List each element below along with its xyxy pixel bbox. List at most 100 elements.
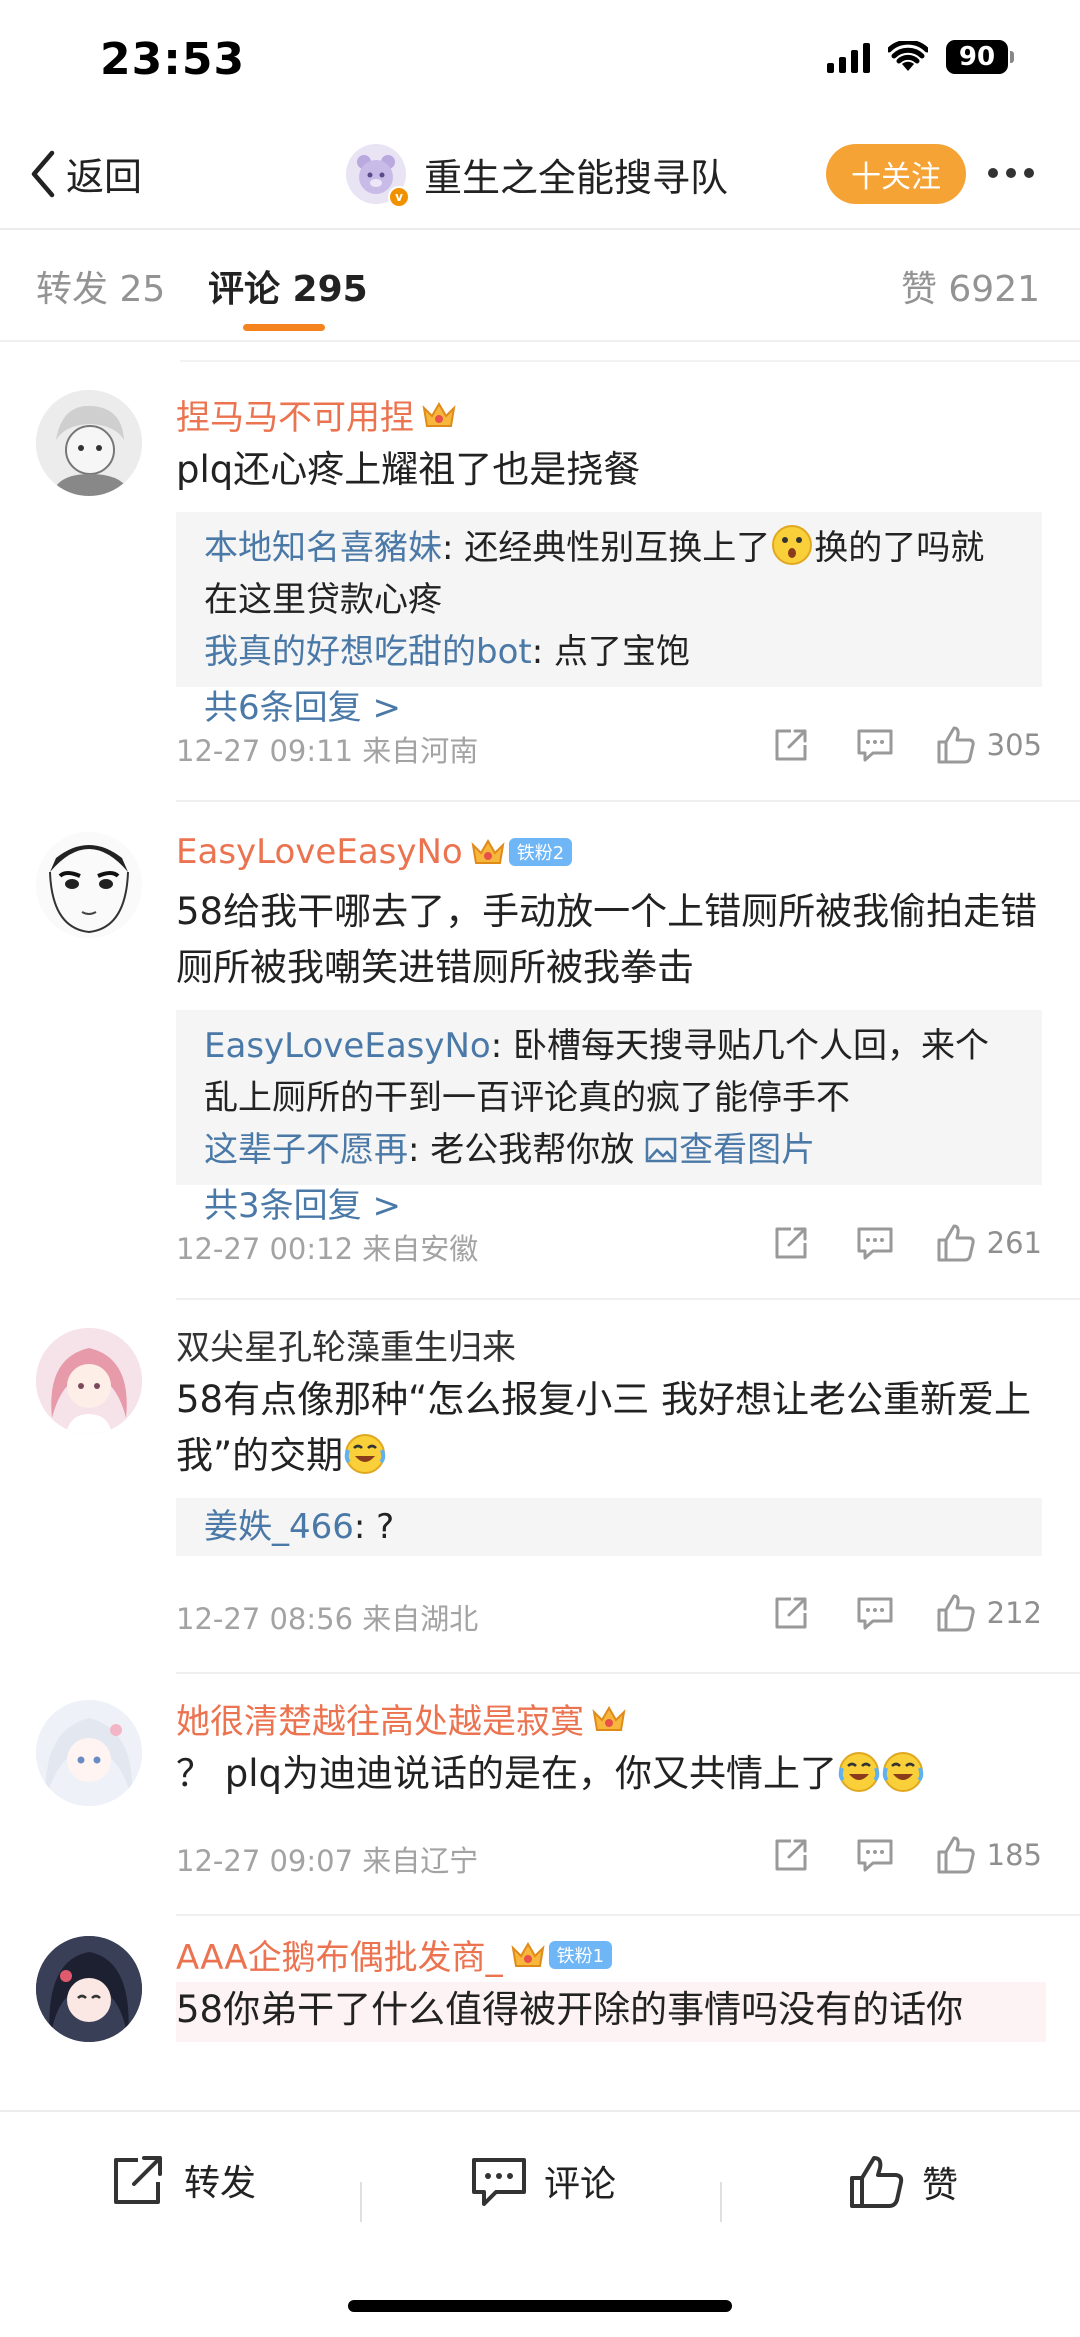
reply-text: : ? xyxy=(353,1507,395,1547)
reply-item[interactable]: 姜妷_466: ? xyxy=(204,1508,1014,1546)
comment-list: 捏马马不可用捏 plq还心疼上耀祖了也是挠餐 本地知名喜豬妹: 还经典性别互换上… xyxy=(0,360,1080,2110)
comment-actions: 261 xyxy=(761,1222,1042,1264)
reply-username[interactable]: 本地知名喜豬妹 xyxy=(204,528,442,568)
account-avatar[interactable]: v xyxy=(346,144,410,208)
laughing-tears-emoji-icon xyxy=(344,1434,386,1474)
tab-bar: 转发 25 评论 295 赞 6921 xyxy=(0,232,1080,338)
like-button[interactable]: 261 xyxy=(935,1222,1042,1264)
divider xyxy=(176,1914,1080,1916)
reply-username[interactable]: 我真的好想吃甜的bot xyxy=(204,632,532,672)
battery-icon: 90 xyxy=(946,40,1014,74)
share-button[interactable] xyxy=(761,725,821,765)
avatar[interactable] xyxy=(36,390,142,496)
comment-username[interactable]: 她很清楚越往高处越是寂寞 xyxy=(176,1694,628,1743)
share-icon xyxy=(114,2156,162,2204)
laughing-tears-emoji-icon xyxy=(882,1752,924,1792)
chevron-left-icon xyxy=(31,150,55,197)
comment-icon xyxy=(857,729,893,762)
image-icon xyxy=(645,1137,677,1163)
like-button[interactable]: 212 xyxy=(935,1592,1042,1634)
share-button[interactable] xyxy=(761,1593,821,1633)
comment-username[interactable]: 双尖星孔轮藻重生归来 xyxy=(176,1320,516,1369)
like-label: 赞 xyxy=(922,2165,959,2206)
comment-text: 58你弟干了什么值得被开除的事情吗没有的话你 xyxy=(176,1982,1046,2042)
tab-reposts[interactable]: 转发 25 xyxy=(36,260,165,312)
divider xyxy=(176,1298,1080,1300)
reply-box[interactable]: 姜妷_466: ? xyxy=(176,1498,1042,1556)
like-count: 212 xyxy=(986,1596,1042,1630)
follow-button[interactable]: 十关注 xyxy=(826,144,966,204)
reply-box[interactable]: EasyLoveEasyNo: 卧槽每天搜寻贴几个人回，来个乱上厕所的干到一百评… xyxy=(176,1010,1042,1226)
back-button[interactable]: 返回 xyxy=(28,146,142,201)
divider xyxy=(176,1672,1080,1674)
avatar[interactable] xyxy=(36,1936,142,2042)
avatar[interactable] xyxy=(36,1328,142,1434)
comment-text: plq还心疼上耀祖了也是挠餐 xyxy=(176,448,641,491)
comment-meta: 12-27 09:07 来自辽宁 185 xyxy=(176,1836,1042,1878)
comment-icon xyxy=(857,1839,893,1872)
comment-username[interactable]: AAA企鹅布偶批发商_ 铁粉1 xyxy=(176,1930,613,1979)
share-button[interactable] xyxy=(761,1223,821,1263)
like-count: 185 xyxy=(986,1838,1042,1872)
reply-button[interactable] xyxy=(845,1223,905,1263)
tab-comments[interactable]: 评论 295 xyxy=(208,260,368,312)
status-time: 23:53 xyxy=(100,34,246,85)
cellular-signal-icon xyxy=(827,41,870,73)
back-label: 返回 xyxy=(66,155,143,199)
tab-likes[interactable]: 赞 6921 xyxy=(901,260,1040,312)
avatar[interactable] xyxy=(36,1700,142,1806)
share-button[interactable] xyxy=(761,1835,821,1875)
view-image-link[interactable]: 查看图片 xyxy=(645,1130,815,1170)
reply-button[interactable] xyxy=(845,1593,905,1633)
comment-actions: 212 xyxy=(761,1592,1042,1634)
like-button[interactable]: 185 xyxy=(935,1834,1042,1876)
crown-icon xyxy=(471,839,505,864)
divider xyxy=(720,2182,722,2222)
reply-box[interactable]: 本地知名喜豬妹: 还经典性别互换上了 换的了吗就在这里贷款心疼 我真的好想吃甜的b… xyxy=(176,512,1042,728)
like-post-button[interactable]: 赞 xyxy=(848,2154,958,2210)
like-count: 261 xyxy=(986,1226,1042,1260)
home-indicator[interactable] xyxy=(348,2300,732,2312)
divider xyxy=(180,360,1080,362)
comment-button[interactable]: 评论 xyxy=(470,2154,616,2208)
comment-icon xyxy=(857,1227,893,1260)
comment-timestamp-location: 12-27 08:56 来自湖北 xyxy=(176,1602,479,1636)
divider xyxy=(176,800,1080,802)
fan-level-badge: 铁粉1 xyxy=(548,1940,613,1969)
verified-badge-icon: v xyxy=(388,186,410,208)
reply-item[interactable]: 这辈子不愿再: 老公我帮你放 查看图片 xyxy=(204,1124,1014,1176)
reply-username[interactable]: 这辈子不愿再 xyxy=(204,1130,408,1170)
crown-icon xyxy=(422,401,456,427)
reply-username[interactable]: 姜妷_466 xyxy=(204,1507,354,1547)
share-icon xyxy=(775,1597,807,1629)
comment-username[interactable]: 捏马马不可用捏 xyxy=(176,390,458,439)
comment-label: 评论 xyxy=(544,2164,617,2205)
comment-meta: 12-27 00:12 来自安徽 261 xyxy=(176,1224,1042,1266)
reply-item[interactable]: 本地知名喜豬妹: 还经典性别互换上了 换的了吗就在这里贷款心疼 xyxy=(204,522,1014,626)
active-tab-indicator xyxy=(243,324,325,331)
page-title: 重生之全能搜寻队 xyxy=(424,155,729,200)
status-bar: 23:53 90 xyxy=(0,0,1080,120)
comment-text: 58有点像那种“怎么报复小三 我好想让老公重新爱上我”的交期 xyxy=(176,1378,1032,1477)
reply-button[interactable] xyxy=(845,725,905,765)
reply-button[interactable] xyxy=(845,1835,905,1875)
divider xyxy=(0,228,1080,230)
reply-item[interactable]: EasyLoveEasyNo: 卧槽每天搜寻贴几个人回，来个乱上厕所的干到一百评… xyxy=(204,1020,1014,1124)
comment-actions: 305 xyxy=(761,724,1042,766)
account-header[interactable]: v 重生之全能搜寻队 xyxy=(346,144,729,208)
divider xyxy=(0,340,1080,342)
reply-item[interactable]: 我真的好想吃甜的bot: 点了宝饱 xyxy=(204,626,1014,678)
like-button[interactable]: 305 xyxy=(935,724,1042,766)
comment-username[interactable]: EasyLoveEasyNo 铁粉2 xyxy=(176,832,573,872)
status-icons: 90 xyxy=(827,40,1014,74)
reply-username[interactable]: EasyLoveEasyNo xyxy=(204,1026,491,1066)
thumbs-up-icon xyxy=(850,2156,904,2208)
more-options-button[interactable] xyxy=(988,168,1034,178)
thumbs-up-icon xyxy=(937,1836,975,1874)
nav-bar: 返回 v 重生之全能搜寻队 十关注 xyxy=(0,128,1080,224)
reply-text: : 老公我帮你放 xyxy=(408,1130,646,1170)
comment-actions: 185 xyxy=(761,1834,1042,1876)
repost-button[interactable]: 转发 xyxy=(110,2154,256,2206)
reply-text: : 点了宝饱 xyxy=(531,632,690,672)
avatar[interactable] xyxy=(36,832,142,938)
